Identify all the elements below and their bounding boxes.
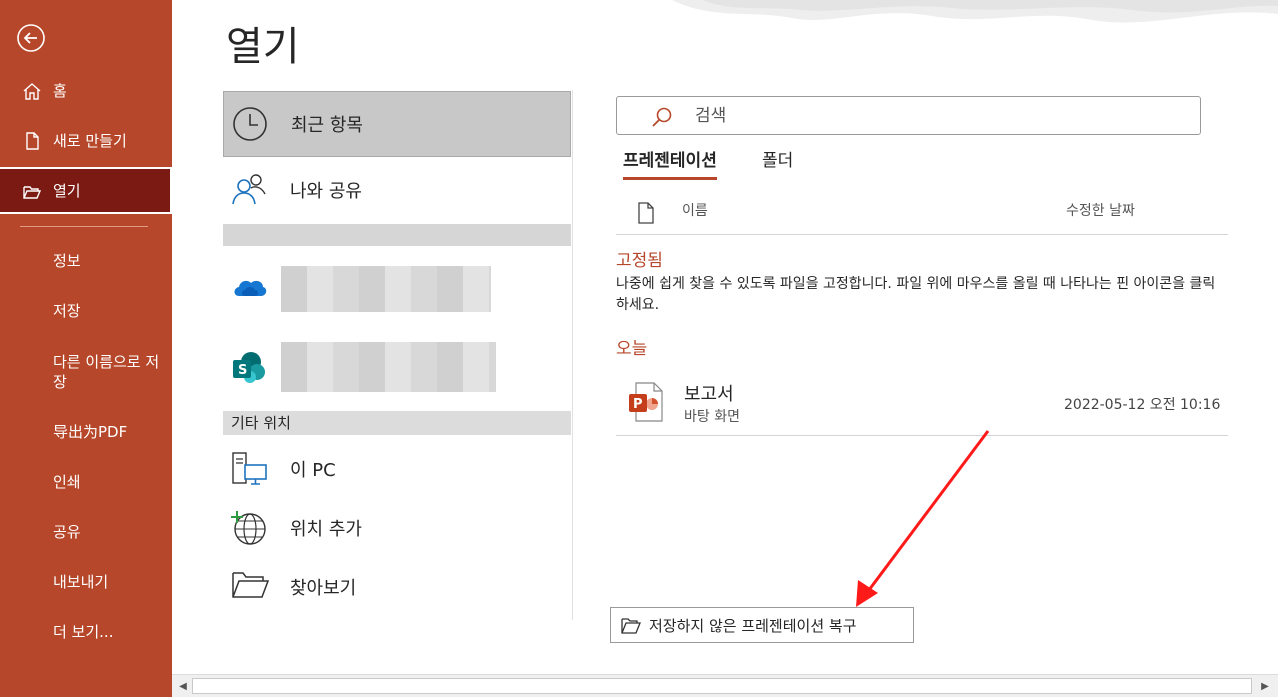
file-row[interactable]: P 보고서 바탕 화면 2022-05-12 오전 10:16 bbox=[616, 370, 1228, 434]
annotation-arrow bbox=[856, 430, 990, 607]
sidebar-item-label: 정보 bbox=[53, 251, 81, 270]
search-box[interactable] bbox=[616, 96, 1201, 135]
sidebar-item-save-as[interactable]: 다른 이름으로 저장 bbox=[0, 350, 172, 398]
search-icon bbox=[651, 106, 673, 128]
file-modified-date: 2022-05-12 오전 10:16 bbox=[1064, 397, 1221, 413]
search-input[interactable] bbox=[695, 103, 1175, 129]
sidebar-item-export[interactable]: 내보내기 bbox=[0, 561, 172, 601]
sidebar-item-more[interactable]: 더 보기... bbox=[0, 611, 172, 651]
column-header-modified[interactable]: 수정한 날짜 bbox=[1066, 200, 1135, 220]
today-group-title: 오늘 bbox=[616, 339, 648, 359]
file-location: 바탕 화면 bbox=[684, 409, 740, 425]
sharepoint-icon: S bbox=[231, 350, 267, 386]
horizontal-scrollbar[interactable]: ◀ ▶ bbox=[172, 674, 1278, 697]
sidebar-item-print[interactable]: 인쇄 bbox=[0, 461, 172, 501]
other-locations-header: 기타 위치 bbox=[223, 411, 571, 435]
back-arrow-icon[interactable] bbox=[16, 23, 46, 53]
svg-text:P: P bbox=[633, 397, 643, 412]
sidebar-divider bbox=[20, 226, 148, 227]
location-shared-with-me[interactable]: 나와 공유 bbox=[223, 158, 571, 222]
location-label: 최근 항목 bbox=[291, 115, 363, 136]
sidebar-item-label: 다른 이름으로 저장 bbox=[53, 353, 160, 391]
folder-icon bbox=[231, 569, 270, 605]
column-divider bbox=[572, 90, 573, 620]
sidebar-item-label: 내보내기 bbox=[53, 572, 109, 591]
location-add-place[interactable]: 위치 추가 bbox=[223, 496, 571, 560]
sidebar-item-export-pdf[interactable]: 导出为PDF bbox=[0, 411, 172, 451]
redacted-account-name bbox=[281, 266, 491, 312]
sidebar-item-label: 더 보기... bbox=[53, 622, 114, 641]
scrollbar-thumb[interactable] bbox=[192, 678, 1252, 694]
redacted-account-bar bbox=[223, 224, 571, 246]
globe-add-icon bbox=[231, 510, 267, 546]
page-title: 열기 bbox=[226, 24, 300, 70]
row-divider bbox=[616, 435, 1228, 436]
people-icon bbox=[231, 172, 267, 208]
sidebar-item-label: 홈 bbox=[53, 81, 67, 100]
redacted-site-name bbox=[281, 342, 496, 392]
location-label: 찾아보기 bbox=[290, 578, 357, 599]
computer-icon bbox=[231, 451, 267, 487]
column-header-name[interactable]: 이름 bbox=[682, 200, 708, 220]
scroll-left-icon[interactable]: ◀ bbox=[174, 677, 192, 695]
backstage-sidebar: 홈 새로 만들기 열기 정보 저장 다른 이름으로 저장 导出为PDF 인쇄 공… bbox=[0, 0, 172, 697]
sidebar-item-label: 导出为PDF bbox=[53, 422, 128, 441]
pinned-group-title: 고정됨 bbox=[616, 251, 663, 271]
home-icon bbox=[22, 81, 42, 101]
header-divider bbox=[616, 234, 1228, 235]
scroll-right-icon[interactable]: ▶ bbox=[1256, 677, 1274, 695]
open-folder-icon bbox=[22, 182, 42, 202]
sidebar-item-label: 공유 bbox=[53, 522, 81, 541]
file-name: 보고서 bbox=[684, 384, 734, 405]
location-onedrive[interactable] bbox=[223, 256, 571, 320]
sidebar-item-label: 인쇄 bbox=[53, 472, 81, 491]
onedrive-cloud-icon bbox=[231, 272, 267, 308]
clock-icon bbox=[232, 106, 268, 142]
location-this-pc[interactable]: 이 PC bbox=[223, 437, 571, 501]
sidebar-item-label: 새로 만들기 bbox=[53, 131, 127, 150]
location-label: 위치 추가 bbox=[290, 519, 362, 540]
sidebar-item-home[interactable]: 홈 bbox=[0, 70, 172, 110]
location-browse[interactable]: 찾아보기 bbox=[223, 555, 571, 619]
sidebar-item-label: 저장 bbox=[53, 301, 81, 320]
new-document-icon bbox=[22, 131, 42, 151]
open-folder-icon bbox=[621, 617, 641, 635]
tab-folders[interactable]: 폴더 bbox=[762, 146, 793, 180]
pinned-description: 나중에 쉽게 찾을 수 있도록 파일을 고정합니다. 파일 위에 마우스를 올릴… bbox=[616, 276, 1216, 313]
recover-unsaved-label: 저장하지 않은 프레젠테이션 복구 bbox=[649, 616, 857, 635]
sidebar-item-label: 열기 bbox=[53, 182, 81, 200]
powerpoint-file-icon: P bbox=[628, 382, 664, 422]
sidebar-item-save[interactable]: 저장 bbox=[0, 290, 172, 330]
sidebar-item-share[interactable]: 공유 bbox=[0, 511, 172, 551]
location-label: 나와 공유 bbox=[290, 181, 362, 202]
sidebar-item-open[interactable]: 열기 bbox=[0, 167, 172, 214]
sidebar-item-info[interactable]: 정보 bbox=[0, 240, 172, 280]
open-pane: 열기 최근 항목 나와 공유 S 기타 위치 이 PC 위치 추가 찾아보기 검… bbox=[172, 0, 1278, 674]
file-type-icon[interactable] bbox=[637, 202, 655, 224]
tab-presentations[interactable]: 프레젠테이션 bbox=[623, 146, 717, 180]
location-label: 이 PC bbox=[290, 460, 336, 481]
sidebar-item-new[interactable]: 새로 만들기 bbox=[0, 120, 172, 160]
header-decoration bbox=[672, 0, 1278, 23]
recover-unsaved-button[interactable]: 저장하지 않은 프레젠테이션 복구 bbox=[610, 607, 914, 643]
svg-text:S: S bbox=[238, 363, 247, 378]
location-sharepoint[interactable]: S bbox=[223, 336, 571, 400]
location-recent[interactable]: 최근 항목 bbox=[223, 91, 571, 157]
